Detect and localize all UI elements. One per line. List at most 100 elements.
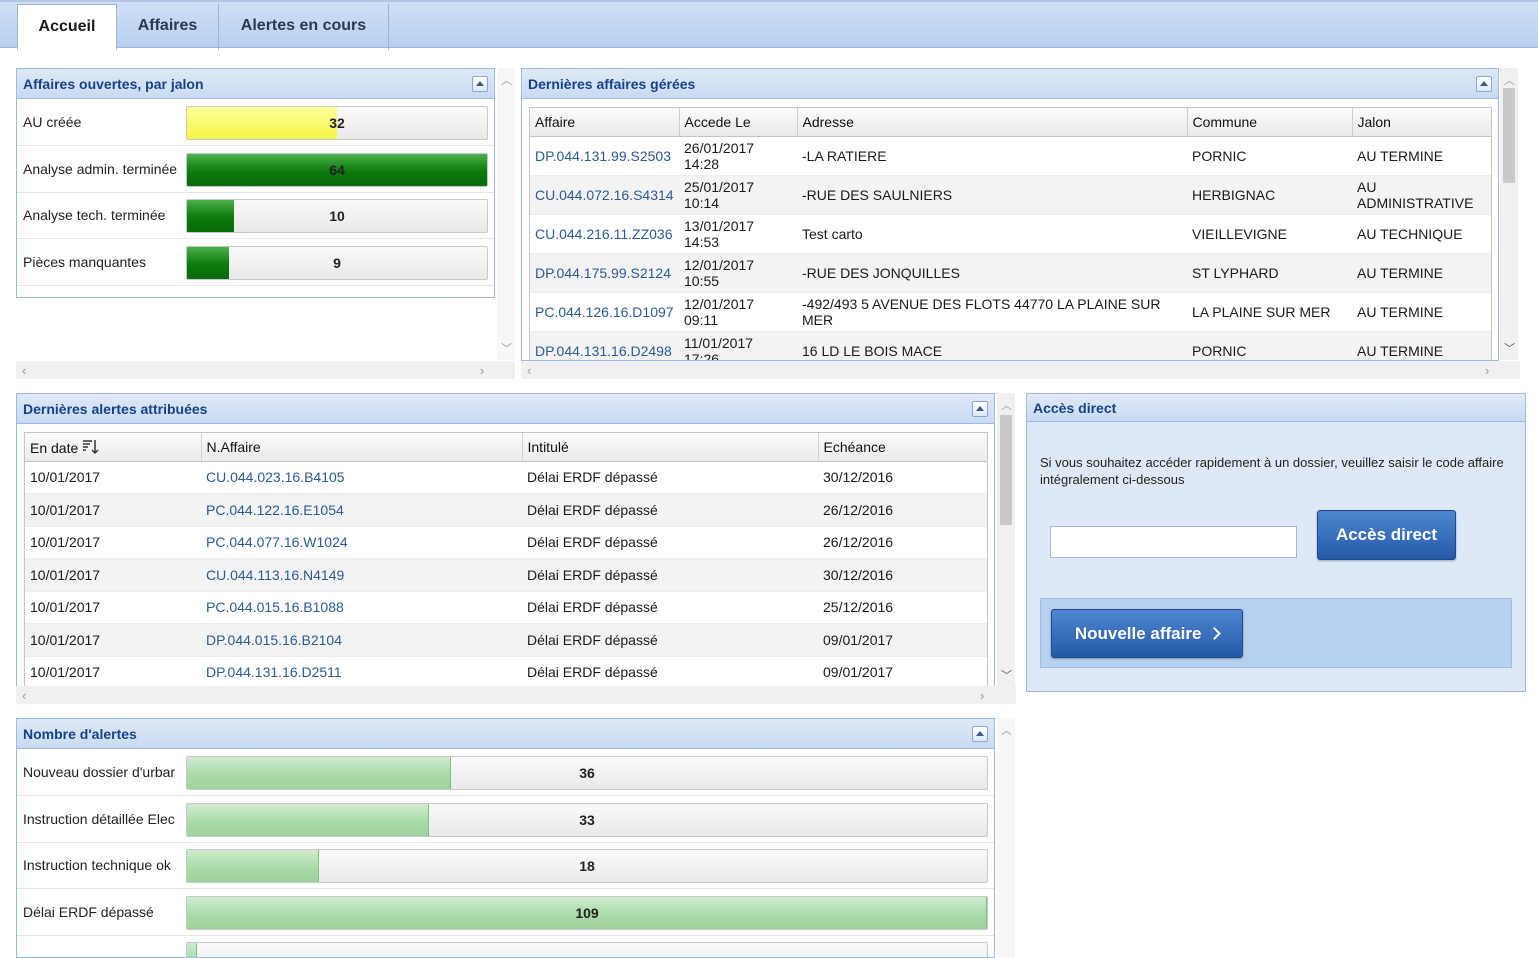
- affaire-link[interactable]: PC.044.077.16.W1024: [206, 534, 348, 550]
- table-row[interactable]: 10/01/2017 PC.044.077.16.W1024 Délai ERDF …: [25, 526, 987, 559]
- progress-bar: 64: [186, 152, 488, 187]
- cell-intitule: Délai ERDF dépassé: [522, 656, 818, 686]
- collapse-icon[interactable]: [972, 401, 988, 417]
- scroll-down-icon[interactable]: ﹀: [501, 340, 512, 356]
- panel-title: Dernières alertes attribuées: [23, 401, 208, 417]
- column-header[interactable]: Echéance: [818, 433, 987, 462]
- affaire-link[interactable]: DP.044.175.99.S2124: [535, 265, 671, 281]
- vertical-scrollbar[interactable]: ︿ ﹀: [997, 393, 1015, 686]
- cell-commune: VIEILLEVIGNE: [1187, 214, 1352, 254]
- code-affaire-input[interactable]: [1050, 526, 1297, 558]
- affaire-link[interactable]: CU.044.113.16.N4149: [206, 567, 344, 583]
- scroll-left-icon[interactable]: ‹: [527, 363, 531, 378]
- vertical-scrollbar[interactable]: ︿ ﹀: [1500, 68, 1518, 360]
- scroll-right-icon[interactable]: ›: [1485, 363, 1489, 378]
- tab-accueil[interactable]: Accueil: [17, 4, 117, 50]
- cell-echeance: 09/01/2017: [818, 623, 987, 657]
- cell-adresse: -LA RATIERE: [797, 136, 1187, 176]
- scroll-right-icon[interactable]: ›: [480, 363, 484, 378]
- tab-affaires[interactable]: Affaires: [117, 4, 219, 50]
- cell-affaire: CU.044.216.11.ZZ036: [530, 214, 679, 254]
- cell-intitule: Délai ERDF dépassé: [522, 558, 818, 592]
- time-text: 17:26: [684, 350, 720, 361]
- affaire-link[interactable]: DP.044.131.16.D2511: [206, 664, 342, 680]
- panel-header: Accès direct: [1027, 394, 1525, 422]
- scroll-up-icon[interactable]: ︿: [501, 72, 512, 88]
- cell-commune: PORNIC: [1187, 136, 1352, 176]
- table-row[interactable]: DP.044.175.99.S2124 12/01/2017 10:55 -RUE D…: [530, 253, 1491, 293]
- jalon-label: AU créée: [23, 114, 82, 130]
- cell-echeance: 30/12/2016: [818, 461, 987, 494]
- scroll-up-icon[interactable]: ︿: [1001, 397, 1012, 413]
- cell-affaire: PC.044.122.16.E1054: [201, 493, 522, 527]
- cell-commune: LA PLAINE SUR MER: [1187, 292, 1352, 332]
- cell-affaire: DP.044.015.16.B2104: [201, 623, 522, 657]
- affaires-grid: Affaire Accede Le Adresse Commune Jalon DP.0…: [529, 107, 1492, 361]
- sort-descending-icon[interactable]: [78, 439, 100, 456]
- table-row[interactable]: 10/01/2017 DP.044.131.16.D2511 Délai ERDF …: [25, 656, 987, 686]
- jalon-row: Analyse admin. terminée 64: [17, 147, 494, 193]
- panel-header: Nombre d'alertes: [17, 719, 994, 749]
- scroll-left-icon[interactable]: ‹: [22, 688, 26, 703]
- affaire-link[interactable]: CU.044.216.11.ZZ036: [535, 226, 673, 242]
- scroll-down-icon[interactable]: ﹀: [1504, 340, 1515, 356]
- scroll-right-icon[interactable]: ›: [980, 688, 984, 703]
- jalon-row: Pièces manquantes 9: [17, 240, 494, 286]
- column-header[interactable]: Intitulé: [522, 433, 819, 462]
- tab-alertes-en-cours[interactable]: Alertes en cours: [219, 4, 389, 50]
- column-header[interactable]: Adresse: [797, 108, 1188, 137]
- column-header[interactable]: En date: [25, 433, 202, 462]
- scroll-thumb[interactable]: [1503, 88, 1515, 183]
- table-row[interactable]: DP.044.131.99.S2503 26/01/2017 14:28 -LA RA…: [530, 136, 1491, 176]
- nouvelle-affaire-label: Nouvelle affaire: [1074, 624, 1202, 643]
- scroll-up-icon[interactable]: ︿: [1001, 722, 1012, 738]
- affaire-link[interactable]: DP.044.131.99.S2503: [535, 148, 671, 164]
- scroll-left-icon[interactable]: ‹: [22, 363, 26, 378]
- scroll-down-icon[interactable]: ﹀: [1001, 667, 1012, 683]
- table-row[interactable]: 10/01/2017 DP.044.015.16.B2104 Délai ERDF …: [25, 623, 987, 657]
- cell-jalon: AU TERMINE: [1352, 253, 1491, 293]
- horizontal-scrollbar[interactable]: ‹ ›: [521, 361, 1520, 379]
- table-row[interactable]: CU.044.216.11.ZZ036 13/01/2017 14:53 Test c…: [530, 214, 1491, 254]
- column-header[interactable]: Affaire: [530, 108, 680, 137]
- collapse-icon[interactable]: [1476, 76, 1492, 92]
- table-row[interactable]: 10/01/2017 CU.044.113.16.N4149 Délai ERDF …: [25, 558, 987, 592]
- nouvelle-affaire-button[interactable]: Nouvelle affaire: [1051, 609, 1243, 658]
- affaire-link[interactable]: PC.044.122.16.E1054: [206, 502, 344, 518]
- affaire-link[interactable]: CU.044.072.16.S4314: [535, 187, 674, 203]
- alert-count-label: Instruction détaillée Elec: [23, 810, 175, 827]
- table-row[interactable]: DP.044.131.16.D2498 11/01/2017 17:26 16 LD …: [530, 331, 1491, 361]
- acces-direct-button[interactable]: Accès direct: [1317, 510, 1456, 560]
- cell-affaire: DP.044.131.16.D2511: [201, 656, 522, 686]
- table-row[interactable]: CU.044.072.16.S4314 25/01/2017 10:14 -RUE D…: [530, 175, 1491, 215]
- cell-adresse: -RUE DES SAULNIERS: [797, 175, 1187, 215]
- table-row[interactable]: 10/01/2017 PC.044.015.16.B1088 Délai ERDF …: [25, 591, 987, 624]
- table-row[interactable]: 10/01/2017 CU.044.023.16.B4105 Délai ERDF …: [25, 461, 987, 494]
- column-header[interactable]: Accede Le: [679, 108, 798, 137]
- column-header[interactable]: Commune: [1187, 108, 1353, 137]
- scroll-up-icon[interactable]: ︿: [1504, 72, 1515, 88]
- vertical-scrollbar[interactable]: ︿: [997, 718, 1015, 958]
- affaire-link[interactable]: PC.044.015.16.B1088: [206, 599, 344, 615]
- vertical-scrollbar[interactable]: ︿ ﹀: [497, 68, 515, 360]
- column-header[interactable]: N.Affaire: [201, 433, 523, 462]
- horizontal-scrollbar[interactable]: ‹ ›: [16, 686, 1016, 704]
- affaire-link[interactable]: DP.044.015.16.B2104: [206, 632, 342, 648]
- affaire-link[interactable]: PC.044.126.16.D1097: [535, 304, 674, 320]
- jalon-label: Pièces manquantes: [23, 253, 146, 270]
- affaire-link[interactable]: CU.044.023.16.B4105: [206, 469, 345, 485]
- collapse-icon[interactable]: [472, 76, 488, 92]
- collapse-icon[interactable]: [972, 726, 988, 742]
- column-header[interactable]: Jalon: [1352, 108, 1491, 137]
- scroll-thumb[interactable]: [1000, 415, 1012, 525]
- horizontal-scrollbar[interactable]: ‹ ›: [16, 361, 515, 379]
- panel-nombre-alertes: Nombre d'alertes Nouveau dossier d'urbar…: [16, 718, 995, 958]
- panel-dernieres-affaires: Dernières affaires gérées Affaire Accede …: [521, 68, 1499, 361]
- column-label: Intitulé: [527, 438, 569, 455]
- table-row[interactable]: PC.044.126.16.D1097 12/01/2017 09:11 -492/4…: [530, 292, 1491, 332]
- affaire-link[interactable]: DP.044.131.16.D2498: [535, 343, 672, 359]
- table-row[interactable]: 10/01/2017 PC.044.122.16.E1054 Délai ERDF …: [25, 493, 987, 527]
- cell-affaire: CU.044.072.16.S4314: [530, 175, 679, 215]
- progress-value: 10: [329, 208, 345, 224]
- top-tab-bar: Accueil Affaires Alertes en cours: [0, 0, 1538, 50]
